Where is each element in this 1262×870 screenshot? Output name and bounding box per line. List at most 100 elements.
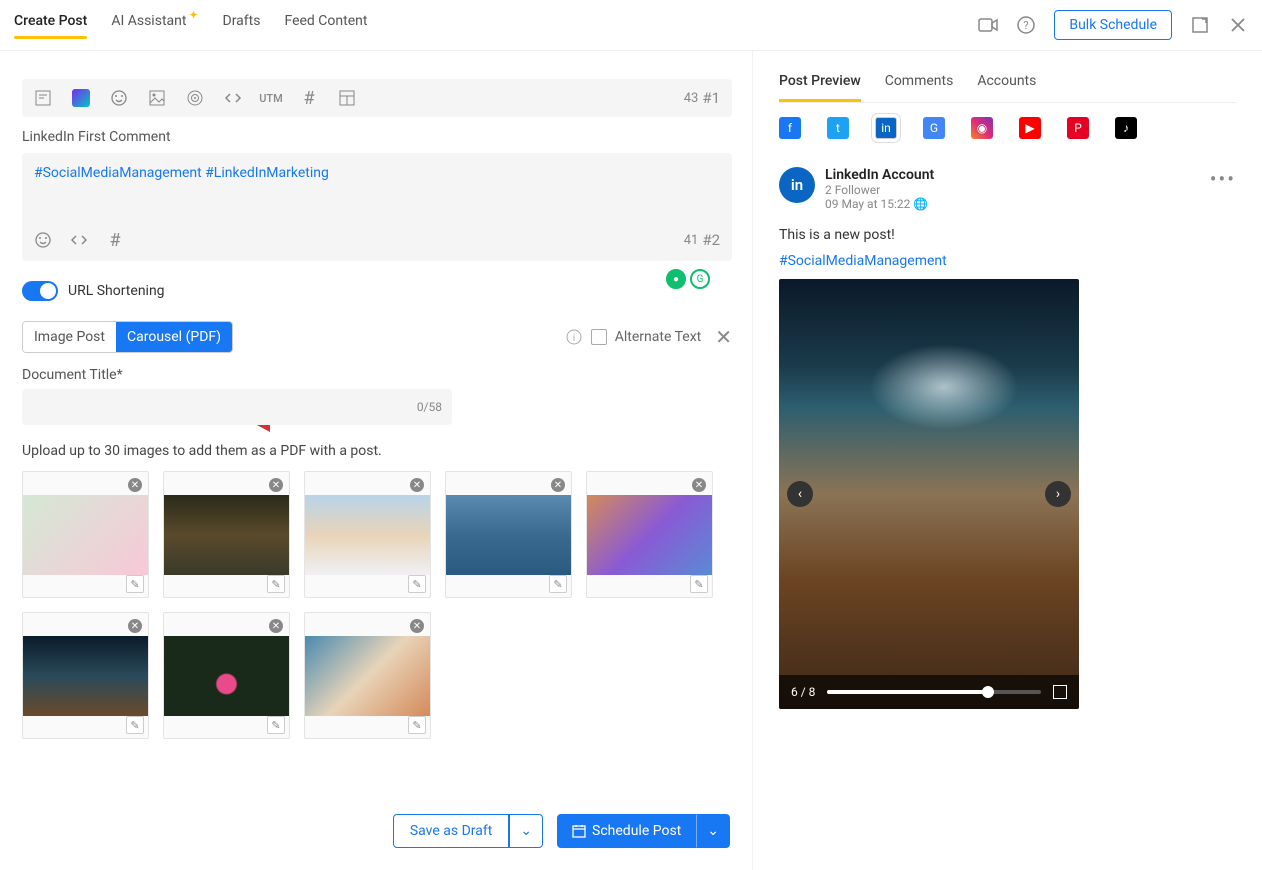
schedule-post-button[interactable]: Schedule Post [557,814,696,848]
thumb-edit-icon[interactable]: ✎ [126,575,144,593]
thumb-6[interactable]: ✕✎ [22,612,149,739]
thumb-edit-icon[interactable]: ✎ [267,575,285,593]
code-icon-2[interactable] [70,231,88,249]
suggestion-icon[interactable]: ● [666,269,686,289]
url-shortening-label: URL Shortening [68,283,165,299]
alt-text-label: Alternate Text [615,329,701,345]
tab-ai-label: AI Assistant [111,13,186,29]
tab-comments[interactable]: Comments [885,73,954,102]
expand-icon[interactable] [1190,15,1210,35]
doc-title-counter: 0/58 [417,400,442,414]
fullscreen-icon[interactable] [1053,685,1067,699]
thumb-1[interactable]: ✕✎ [22,471,149,598]
thumb-7[interactable]: ✕✎ [163,612,290,739]
thumb-remove-icon[interactable]: ✕ [128,619,142,633]
help-icon[interactable]: ? [1016,15,1036,35]
thumb-edit-icon[interactable]: ✎ [549,575,567,593]
layout-icon[interactable] [338,89,356,107]
tab-drafts[interactable]: Drafts [223,13,261,37]
upload-hint: Upload up to 30 images to add them as a … [22,443,732,459]
template-icon[interactable] [34,89,52,107]
thumb-8[interactable]: ✕✎ [304,612,431,739]
alt-text-checkbox[interactable] [591,329,607,345]
first-comment-box[interactable]: #SocialMediaManagement #LinkedInMarketin… [22,153,732,261]
canva-icon[interactable] [72,89,90,107]
left-panel: UTM # 43 #1 LinkedIn First Comment #Soci… [0,51,752,870]
twitter-icon[interactable]: t [827,117,849,139]
thumb-remove-icon[interactable]: ✕ [269,478,283,492]
post-preview-card: in LinkedIn Account 2 Follower 09 May at… [779,161,1236,709]
first-comment-label: LinkedIn First Comment [22,129,732,145]
account-name: LinkedIn Account [825,167,934,183]
video-icon[interactable] [978,15,998,35]
thumb-4[interactable]: ✕✎ [445,471,572,598]
thumb-edit-icon[interactable]: ✎ [267,716,285,734]
carousel-progress[interactable] [827,690,1041,694]
schedule-post-caret[interactable]: ⌄ [696,814,730,848]
instagram-icon[interactable]: ◉ [971,117,993,139]
grammarly-icon[interactable]: G [690,269,710,289]
carousel-prev-icon[interactable]: ‹ [787,481,813,507]
right-panel: Post Preview Comments Accounts f t in G … [752,51,1262,870]
thumb-remove-icon[interactable]: ✕ [269,619,283,633]
calendar-icon [572,824,586,838]
char-count-2: 41 #2 [684,231,720,249]
info-icon[interactable]: i [565,328,583,346]
utm-icon[interactable]: UTM [262,89,280,107]
thumb-remove-icon[interactable]: ✕ [692,478,706,492]
tiktok-icon[interactable]: ♪ [1115,117,1137,139]
emoji-icon-2[interactable] [34,231,52,249]
editor-toolbar-1: UTM # 43 #1 [22,79,732,117]
thumb-edit-icon[interactable]: ✎ [126,716,144,734]
post-menu-icon[interactable]: ••• [1210,167,1236,191]
carousel-footer: 6 / 8 [779,675,1079,709]
thumb-5[interactable]: ✕✎ [586,471,713,598]
doc-title-input[interactable] [22,389,452,425]
bottom-action-bar: Save as Draft ⌄ Schedule Post ⌄ [22,802,730,848]
top-tabs: Create Post AI Assistant✦ Drafts Feed Co… [14,13,367,37]
save-draft-button[interactable]: Save as Draft [393,814,509,848]
thumb-remove-icon[interactable]: ✕ [410,478,424,492]
thumb-edit-icon[interactable]: ✎ [408,716,426,734]
top-bar: Create Post AI Assistant✦ Drafts Feed Co… [0,0,1262,51]
thumb-3[interactable]: ✕✎ [304,471,431,598]
close-icon[interactable] [1228,15,1248,35]
tab-feed-content[interactable]: Feed Content [284,13,367,37]
carousel-next-icon[interactable]: › [1045,481,1071,507]
thumb-2[interactable]: ✕✎ [163,471,290,598]
thumb-remove-icon[interactable]: ✕ [551,478,565,492]
tab-post-preview[interactable]: Post Preview [779,73,861,102]
svg-text:i: i [573,333,575,344]
thumb-edit-icon[interactable]: ✎ [690,575,708,593]
post-hashtag: #SocialMediaManagement [779,253,1236,269]
tab-accounts[interactable]: Accounts [977,73,1036,102]
url-shortening-toggle[interactable] [22,281,58,301]
hashtag-icon-2[interactable]: # [106,231,124,249]
comment-hashtags: #SocialMediaManagement #LinkedInMarketin… [34,165,720,181]
image-icon[interactable] [148,89,166,107]
seg-image-post[interactable]: Image Post [23,322,116,352]
google-business-icon[interactable]: G [923,117,945,139]
char-count-1: 43 #1 [684,89,720,107]
hashtag-icon[interactable]: # [300,89,318,107]
emoji-icon[interactable] [110,89,128,107]
carousel-position: 6 / 8 [791,685,815,699]
save-draft-caret[interactable]: ⌄ [509,814,543,848]
youtube-icon[interactable]: ▶ [1019,117,1041,139]
tab-ai-assistant[interactable]: AI Assistant✦ [111,13,198,37]
thumb-remove-icon[interactable]: ✕ [410,619,424,633]
code-icon[interactable] [224,89,242,107]
linkedin-icon[interactable]: in [875,117,897,139]
thumb-remove-icon[interactable]: ✕ [128,478,142,492]
facebook-icon[interactable]: f [779,117,801,139]
preview-tabs: Post Preview Comments Accounts [779,73,1236,103]
bulk-schedule-button[interactable]: Bulk Schedule [1054,10,1172,40]
seg-carousel-pdf[interactable]: Carousel (PDF) [116,322,232,352]
doc-title-label: Document Title* [22,367,732,383]
target-icon[interactable] [186,89,204,107]
remove-media-icon[interactable]: ✕ [715,325,732,349]
tab-create-post[interactable]: Create Post [14,13,87,37]
post-timestamp: 09 May at 15:22 🌐 [825,197,934,211]
thumb-edit-icon[interactable]: ✎ [408,575,426,593]
pinterest-icon[interactable]: P [1067,117,1089,139]
